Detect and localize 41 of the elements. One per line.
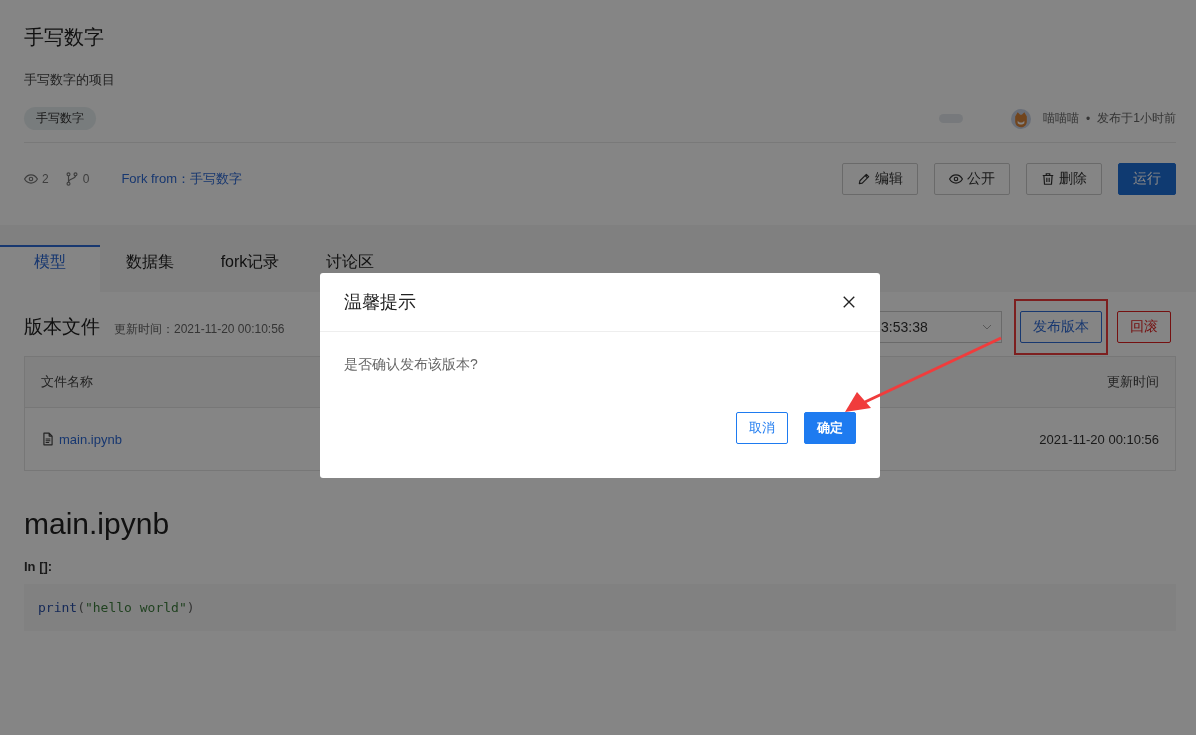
cell-prompt: In []: [24, 559, 54, 574]
separator-dot: • [1086, 111, 1091, 126]
file-link[interactable]: main.ipynb [59, 431, 122, 447]
column-header: 更新时间 [1107, 373, 1159, 391]
table-cell: 2021-11-20 00:10:56 [1039, 431, 1159, 447]
section-title: 版本文件 [24, 316, 100, 337]
tab[interactable]: fork记录 [200, 247, 300, 292]
fork-icon [64, 172, 79, 186]
run-button[interactable]: 运行 [1118, 163, 1176, 195]
close-button[interactable] [842, 295, 856, 309]
publish-time: 发布于1小时前 [1097, 110, 1176, 127]
delete-button[interactable]: 删除 [1026, 163, 1102, 195]
code-line: print("hello world") [38, 600, 195, 615]
cancel-button[interactable]: 取消 [736, 412, 788, 444]
notebook-title: main.ipynb [24, 507, 171, 541]
file-icon [41, 432, 55, 446]
avatar-icon [1011, 108, 1032, 129]
views-count: 2 [42, 172, 49, 186]
pencil-icon [857, 172, 871, 186]
update-time: 更新时间：2021-11-20 00:10:56 [114, 322, 285, 336]
project-title: 手写数字 [24, 25, 105, 50]
author-name[interactable]: 喵喵喵 [1043, 110, 1080, 127]
rollback-button[interactable]: 回滚 [1117, 311, 1171, 343]
forks-count: 0 [82, 172, 90, 186]
eye-icon [949, 172, 963, 186]
tab[interactable]: 数据集 [100, 247, 200, 292]
dialog-message: 是否确认发布该版本? [343, 355, 479, 374]
edit-button[interactable]: 编辑 [842, 163, 918, 195]
fork-from-label: Fork from： [121, 170, 190, 188]
publish-button[interactable]: 发布版本 [1020, 311, 1102, 343]
close-icon [842, 295, 856, 309]
project-tag[interactable]: 手写数字 [24, 107, 96, 130]
dialog-title: 温馨提示 [344, 291, 416, 314]
tab[interactable]: 模型 [0, 245, 100, 292]
confirm-button[interactable]: 确定 [804, 412, 856, 444]
column-header: 文件名称 [41, 373, 93, 391]
views-icon [24, 172, 38, 186]
fork-source-link[interactable]: 手写数字 [190, 170, 242, 188]
public-button[interactable]: 公开 [934, 163, 1010, 195]
project-description: 手写数字的项目 [24, 71, 116, 89]
trash-icon [1041, 172, 1055, 186]
